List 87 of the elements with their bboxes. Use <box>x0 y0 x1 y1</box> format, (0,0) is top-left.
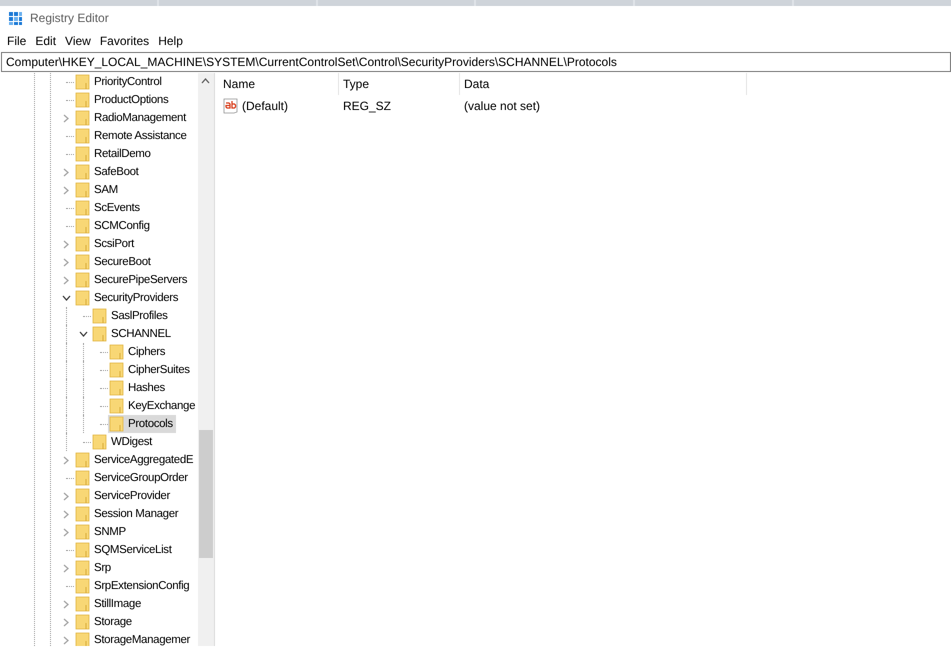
address-bar[interactable]: Computer\HKEY_LOCAL_MACHINE\SYSTEM\CurrentControlSet\Control\SecurityProviders\SCHANNEL\Protocols <box>1 52 951 72</box>
tree-item[interactable]: Hashes <box>108 379 168 397</box>
value-data: (value not set) <box>464 99 540 113</box>
tree-item[interactable]: SecurePipeServers <box>74 271 190 289</box>
folder-icon <box>92 308 108 324</box>
menu-item[interactable]: File <box>3 34 30 48</box>
scrollbar-thumb[interactable] <box>199 430 213 558</box>
chevron-down-icon[interactable] <box>78 331 88 337</box>
tree-item[interactable]: ServiceGroupOrder <box>74 469 191 487</box>
folder-icon <box>75 182 91 198</box>
tree-item[interactable]: Remote Assistance <box>74 127 190 145</box>
tree-item[interactable]: Srp <box>74 559 114 577</box>
folder-icon <box>75 614 91 630</box>
tree-item[interactable]: ScsiPort <box>74 235 138 253</box>
folder-icon <box>75 632 91 646</box>
folder-icon <box>109 344 125 360</box>
string-value-icon <box>223 98 239 114</box>
window-title: Registry Editor <box>30 11 109 25</box>
tree-item[interactable]: SNMP <box>74 523 129 541</box>
tree-item[interactable]: SQMServiceList <box>74 541 175 559</box>
tree-item[interactable]: RetailDemo <box>74 145 154 163</box>
tree-item[interactable]: Storage <box>74 613 135 631</box>
tree-item[interactable]: WDigest <box>91 433 156 451</box>
folder-icon <box>75 290 91 306</box>
folder-icon <box>75 128 91 144</box>
tree-item[interactable]: StorageManagemer <box>74 631 194 646</box>
tree-item[interactable]: SCHANNEL <box>91 325 174 343</box>
tree-item[interactable]: ProductOptions <box>74 91 172 109</box>
folder-icon <box>109 398 125 414</box>
value-type: REG_SZ <box>343 99 392 113</box>
folder-icon <box>75 218 91 234</box>
folder-icon <box>92 434 108 450</box>
folder-icon <box>75 524 91 540</box>
folder-icon <box>75 110 91 126</box>
folder-icon <box>109 416 125 432</box>
tree-item[interactable]: SAM <box>74 181 121 199</box>
menu-item[interactable]: View <box>61 34 95 48</box>
folder-icon <box>75 272 91 288</box>
tree-item[interactable]: CipherSuites <box>108 361 193 379</box>
folder-icon <box>75 542 91 558</box>
chevron-right-icon[interactable] <box>63 114 69 122</box>
folder-icon <box>75 236 91 252</box>
folder-icon <box>75 488 91 504</box>
tree-item[interactable]: StillImage <box>74 595 144 613</box>
chevron-right-icon[interactable] <box>63 564 69 572</box>
tree-item[interactable]: SaslProfiles <box>91 307 171 325</box>
column-header[interactable]: Name <box>219 73 339 95</box>
folder-icon <box>92 326 108 342</box>
folder-icon <box>75 596 91 612</box>
tree-item[interactable]: Protocols <box>108 415 176 433</box>
column-header[interactable]: Data <box>460 73 747 95</box>
tree-item[interactable]: PriorityControl <box>74 73 165 91</box>
tree-item[interactable]: KeyExchange <box>108 397 198 415</box>
folder-icon <box>75 452 91 468</box>
folder-icon <box>75 254 91 270</box>
scroll-up-icon[interactable] <box>201 78 210 84</box>
folder-icon <box>109 380 125 396</box>
chevron-right-icon[interactable] <box>63 456 69 464</box>
tree-item[interactable]: ServiceProvider <box>74 487 173 505</box>
folder-icon <box>75 74 91 90</box>
folder-icon <box>75 146 91 162</box>
chevron-down-icon[interactable] <box>62 295 70 301</box>
tree-item[interactable]: ScEvents <box>74 199 143 217</box>
tree-item[interactable]: SCMConfig <box>74 217 153 235</box>
folder-icon <box>75 92 91 108</box>
registry-icon <box>8 10 23 26</box>
tree-item[interactable]: SafeBoot <box>74 163 142 181</box>
scrollbar[interactable] <box>198 73 214 646</box>
menu-item[interactable]: Edit <box>31 34 60 48</box>
menu-item[interactable]: Favorites <box>96 34 154 48</box>
folder-icon <box>75 200 91 216</box>
folder-icon <box>75 560 91 576</box>
folder-icon <box>75 506 91 522</box>
folder-icon <box>75 470 91 486</box>
folder-icon <box>75 578 91 594</box>
menu-item[interactable]: Help <box>154 34 187 48</box>
column-header[interactable]: Type <box>339 73 460 95</box>
tree-item[interactable]: SecurityProviders <box>74 289 182 307</box>
value-name: (Default) <box>242 99 288 113</box>
tree-item[interactable]: SrpExtensionConfig <box>74 577 192 595</box>
tree-item[interactable]: Session Manager <box>74 505 182 523</box>
tree-item[interactable]: Ciphers <box>108 343 168 361</box>
tree-item[interactable]: SecureBoot <box>74 253 154 271</box>
tree-item[interactable]: RadioManagement <box>74 109 189 127</box>
tree-item[interactable]: ServiceAggregatedE <box>74 451 196 469</box>
folder-icon <box>75 164 91 180</box>
folder-icon <box>109 362 125 378</box>
